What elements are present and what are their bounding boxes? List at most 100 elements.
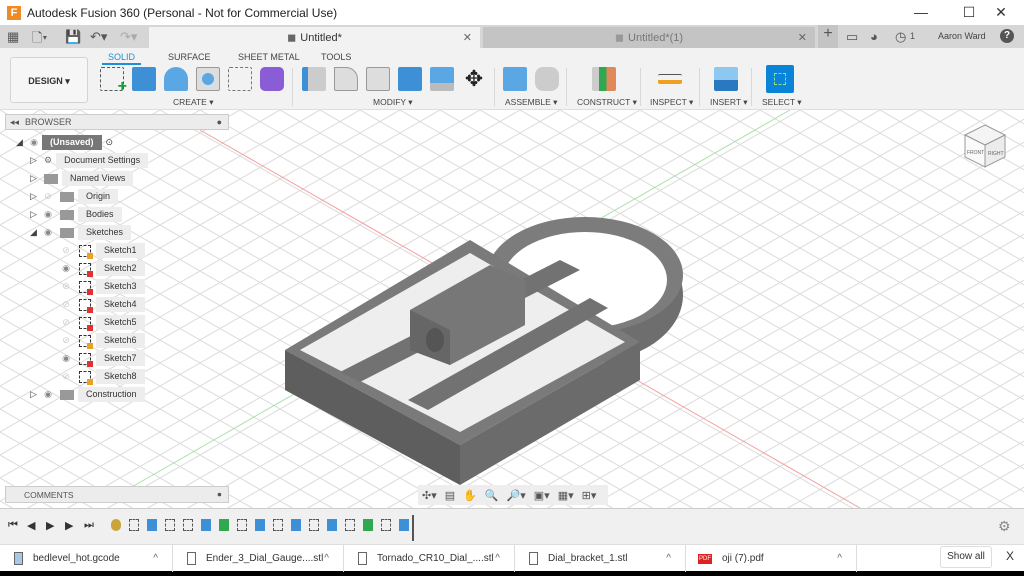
timeline-extrude-feature[interactable]	[399, 519, 409, 531]
apps-grid-icon[interactable]: ▦	[7, 29, 19, 45]
timeline-sketch-feature[interactable]	[237, 519, 247, 531]
download-item[interactable]: Tornado_CR10_Dial_....stl ^	[344, 545, 515, 572]
undo-icon[interactable]: ↶▾	[90, 29, 107, 45]
timeline-component-feature[interactable]	[111, 519, 121, 531]
browser-item[interactable]: ▷ ◉ Bodies	[30, 207, 122, 222]
close-tab-icon[interactable]: ✕	[463, 31, 472, 44]
create-form-icon[interactable]	[260, 67, 284, 91]
move-icon[interactable]: ✥	[462, 67, 486, 91]
collapse-triangle-icon[interactable]: ◢	[16, 137, 26, 148]
timeline-previous-button[interactable]: ◀	[27, 519, 35, 532]
browser-item[interactable]: ▷ ◉ Construction	[30, 387, 145, 402]
tab-sheet-metal[interactable]: SHEET METAL	[238, 52, 300, 62]
timeline-plane-feature[interactable]	[219, 519, 229, 531]
eye-icon[interactable]: ⊘	[58, 371, 74, 382]
combine-icon[interactable]	[398, 67, 422, 91]
look-at-icon[interactable]: ▤	[445, 489, 455, 502]
timeline-settings-icon[interactable]: ⚙	[998, 518, 1011, 535]
modify-menu[interactable]: MODIFY ▾	[373, 97, 413, 108]
job-status-icon[interactable]: ◷	[895, 29, 906, 45]
measure-icon[interactable]	[658, 74, 682, 84]
data-panel-icon[interactable]: ◕	[870, 29, 878, 44]
eye-icon[interactable]: ◉	[26, 137, 42, 148]
eye-icon[interactable]: ⊘	[58, 245, 74, 256]
select-icon[interactable]	[766, 65, 794, 93]
show-all-button[interactable]: Show all	[940, 546, 992, 568]
tab-tools[interactable]: TOOLS	[321, 52, 351, 62]
timeline-marker[interactable]	[412, 515, 414, 541]
download-item[interactable]: PDF oji (7).pdf ^	[686, 545, 857, 572]
sketch-item[interactable]: ⊘ Sketch1	[58, 243, 145, 259]
sketch-item[interactable]: ◉ Sketch7	[58, 351, 145, 367]
press-pull-icon[interactable]	[302, 67, 326, 91]
eye-icon[interactable]: ⊘	[58, 299, 74, 310]
timeline-extrude-feature[interactable]	[291, 519, 301, 531]
timeline-sketch-feature[interactable]	[183, 519, 193, 531]
close-button[interactable]: ✕	[985, 0, 1017, 25]
shell-icon[interactable]	[366, 67, 390, 91]
chevron-up-icon[interactable]: ^	[153, 553, 158, 564]
user-name[interactable]: Aaron Ward	[938, 31, 986, 41]
create-menu[interactable]: CREATE ▾	[173, 97, 213, 108]
timeline-last-button[interactable]: ⏭	[84, 519, 94, 532]
tab-solid[interactable]: SOLID	[102, 52, 142, 65]
fit-icon[interactable]: 🔎▾	[507, 489, 526, 502]
insert-image-icon[interactable]	[714, 67, 738, 91]
close-tab-icon[interactable]: ✕	[798, 31, 807, 44]
construct-menu[interactable]: CONSTRUCT ▾	[577, 97, 637, 108]
zoom-icon[interactable]: 🔍	[485, 489, 499, 502]
download-item[interactable]: bedlevel_hot.gcode ^	[0, 545, 173, 572]
eye-icon[interactable]: ◉	[40, 389, 56, 400]
expand-triangle-icon[interactable]: ▷	[30, 155, 40, 166]
assemble-menu[interactable]: ASSEMBLE ▾	[505, 97, 557, 108]
save-icon[interactable]: 💾	[65, 29, 81, 45]
browser-item[interactable]: ▷ ⊘ Origin	[30, 189, 119, 204]
minimize-button[interactable]: —	[905, 0, 937, 25]
redo-icon[interactable]: ↷▾	[120, 29, 137, 45]
timeline-sketch-feature[interactable]	[273, 519, 283, 531]
rectangular-pattern-icon[interactable]	[228, 67, 252, 91]
sketch-item[interactable]: ⊘ Sketch3	[58, 279, 145, 295]
sketch-item[interactable]: ◉ Sketch2	[58, 261, 145, 277]
browser-panel-header[interactable]: ◂◂ BROWSER ●	[5, 114, 229, 130]
hole-icon[interactable]	[196, 67, 220, 91]
new-tab-button[interactable]: +	[818, 25, 838, 48]
3d-viewport[interactable]: FRONT RIGHT	[0, 110, 1024, 508]
timeline-sketch-feature[interactable]	[345, 519, 355, 531]
pin-icon[interactable]: ●	[217, 117, 222, 127]
sketch-item[interactable]: ⊘ Sketch4	[58, 297, 145, 313]
eye-icon[interactable]: ⊘	[40, 191, 56, 202]
chevron-up-icon[interactable]: ^	[666, 553, 671, 564]
collapse-icon[interactable]: ◂◂	[10, 117, 19, 128]
timeline-sketch-feature[interactable]	[309, 519, 319, 531]
browser-item[interactable]: ◢ ◉ Sketches	[30, 225, 132, 240]
expand-triangle-icon[interactable]: ▷	[30, 191, 40, 202]
eye-icon[interactable]: ◉	[58, 353, 74, 364]
timeline-plane-feature[interactable]	[363, 519, 373, 531]
maximize-button[interactable]: ☐	[953, 0, 985, 25]
comments-panel[interactable]: COMMENTS ●	[5, 486, 229, 503]
add-comment-icon[interactable]: ●	[217, 489, 222, 499]
download-item[interactable]: Ender_3_Dial_Gauge....stl ^	[173, 545, 344, 572]
orbit-icon[interactable]: ✣▾	[422, 489, 437, 502]
eye-icon[interactable]: ◉	[58, 263, 74, 274]
activate-radio-icon[interactable]: ⊙	[106, 137, 114, 148]
pan-icon[interactable]: ✋	[463, 489, 477, 502]
expand-triangle-icon[interactable]: ▷	[30, 389, 40, 400]
timeline-next-button[interactable]: ▶	[65, 519, 73, 532]
eye-icon[interactable]: ⊘	[58, 281, 74, 292]
eye-icon[interactable]: ⊘	[58, 317, 74, 328]
sketch-item[interactable]: ⊘ Sketch8	[58, 369, 145, 385]
chevron-up-icon[interactable]: ^	[837, 553, 842, 564]
eye-icon[interactable]: ◉	[40, 209, 56, 220]
joint-icon[interactable]	[535, 67, 559, 91]
revolve-icon[interactable]	[164, 67, 188, 91]
collapse-triangle-icon[interactable]: ◢	[30, 227, 40, 238]
insert-menu[interactable]: INSERT ▾	[710, 97, 748, 108]
timeline-extrude-feature[interactable]	[147, 519, 157, 531]
root-component[interactable]: ◢ ◉ (Unsaved) ⊙	[16, 135, 113, 150]
timeline-extrude-feature[interactable]	[327, 519, 337, 531]
timeline-sketch-feature[interactable]	[381, 519, 391, 531]
chevron-up-icon[interactable]: ^	[324, 553, 329, 564]
eye-icon[interactable]: ⊘	[58, 335, 74, 346]
